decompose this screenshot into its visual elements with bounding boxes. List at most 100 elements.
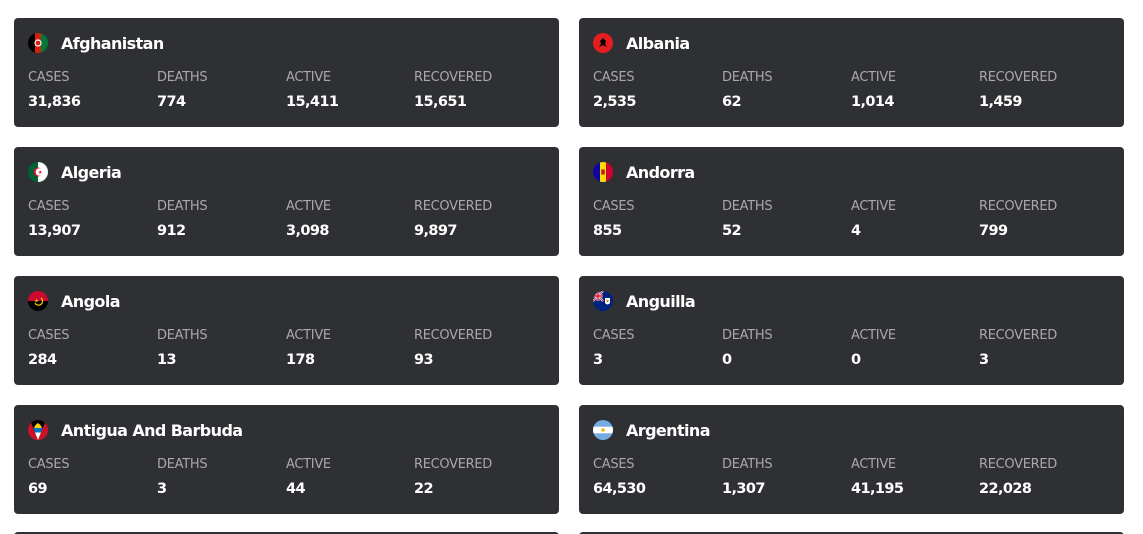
country-name: Angola xyxy=(61,291,121,311)
active-stat: ACTIVE 0 xyxy=(851,328,896,369)
deaths-value: 1,307 xyxy=(722,481,765,497)
card-header: Anguilla xyxy=(593,290,696,312)
card-header: Afghanistan xyxy=(28,32,164,54)
cases-stat: CASES 64,530 xyxy=(593,457,646,498)
recovered-value: 22 xyxy=(414,481,434,497)
recovered-label: RECOVERED xyxy=(414,199,492,214)
stats-row: CASES 69 DEATHS 3 ACTIVE 44 RECOVERED 22 xyxy=(28,457,545,501)
active-label: ACTIVE xyxy=(851,70,896,85)
cases-value: 284 xyxy=(28,352,57,368)
active-stat: ACTIVE 3,098 xyxy=(286,199,331,240)
cases-value: 3 xyxy=(593,352,603,368)
cases-label: CASES xyxy=(593,199,635,214)
country-name: Albania xyxy=(626,33,690,53)
country-card[interactable]: Afghanistan CASES 31,836 DEATHS 774 ACTIVE… xyxy=(14,18,559,127)
stats-row: CASES 3 DEATHS 0 ACTIVE 0 RECOVERED 3 xyxy=(593,328,1110,372)
deaths-label: DEATHS xyxy=(157,199,208,214)
country-card[interactable]: Argentina CASES 64,530 DEATHS 1,307 ACTIVE… xyxy=(579,405,1124,514)
active-stat: ACTIVE 1,014 xyxy=(851,70,896,111)
country-card[interactable]: Angola CASES 284 DEATHS 13 ACTIVE 178 RECOV… xyxy=(14,276,559,385)
recovered-stat: RECOVERED 93 xyxy=(414,328,492,369)
deaths-stat: DEATHS 912 xyxy=(157,199,208,240)
active-value: 44 xyxy=(286,481,306,497)
cases-stat: CASES 69 xyxy=(28,457,70,498)
argentina-flag-icon xyxy=(593,420,613,440)
card-header: Antigua And Barbuda xyxy=(28,419,243,441)
recovered-value: 22,028 xyxy=(979,481,1032,497)
cases-label: CASES xyxy=(28,457,70,472)
deaths-label: DEATHS xyxy=(157,457,208,472)
active-label: ACTIVE xyxy=(286,328,331,343)
country-name: Afghanistan xyxy=(61,33,164,53)
deaths-label: DEATHS xyxy=(157,70,208,85)
cases-label: CASES xyxy=(593,328,635,343)
deaths-stat: DEATHS 52 xyxy=(722,199,773,240)
active-stat: ACTIVE 44 xyxy=(286,457,331,498)
deaths-value: 52 xyxy=(722,223,742,239)
cases-stat: CASES 855 xyxy=(593,199,635,240)
stats-row: CASES 284 DEATHS 13 ACTIVE 178 RECOVERED 93 xyxy=(28,328,545,372)
cases-stat: CASES 31,836 xyxy=(28,70,81,111)
active-label: ACTIVE xyxy=(286,457,331,472)
country-card[interactable]: Albania CASES 2,535 DEATHS 62 ACTIVE 1,014 … xyxy=(579,18,1124,127)
recovered-label: RECOVERED xyxy=(979,199,1057,214)
cases-value: 13,907 xyxy=(28,223,81,239)
recovered-stat: RECOVERED 22,028 xyxy=(979,457,1057,498)
recovered-stat: RECOVERED 799 xyxy=(979,199,1057,240)
deaths-stat: DEATHS 1,307 xyxy=(722,457,773,498)
recovered-stat: RECOVERED 1,459 xyxy=(979,70,1057,111)
cases-label: CASES xyxy=(28,199,70,214)
country-card[interactable]: Algeria CASES 13,907 DEATHS 912 ACTIVE 3,09… xyxy=(14,147,559,256)
country-card[interactable]: Andorra CASES 855 DEATHS 52 ACTIVE 4 RECOVE… xyxy=(579,147,1124,256)
andorra-flag-icon xyxy=(593,162,613,182)
active-value: 1,014 xyxy=(851,94,894,110)
card-header: Argentina xyxy=(593,419,710,441)
stats-row: CASES 64,530 DEATHS 1,307 ACTIVE 41,195 REC… xyxy=(593,457,1110,501)
angola-flag-icon xyxy=(28,291,48,311)
active-stat: ACTIVE 15,411 xyxy=(286,70,339,111)
deaths-stat: DEATHS 62 xyxy=(722,70,773,111)
recovered-stat: RECOVERED 22 xyxy=(414,457,492,498)
afghanistan-flag-icon xyxy=(28,33,48,53)
deaths-value: 912 xyxy=(157,223,186,239)
recovered-label: RECOVERED xyxy=(979,457,1057,472)
active-stat: ACTIVE 4 xyxy=(851,199,896,240)
deaths-label: DEATHS xyxy=(722,199,773,214)
recovered-stat: RECOVERED 3 xyxy=(979,328,1057,369)
cases-label: CASES xyxy=(593,70,635,85)
country-card[interactable]: Antigua And Barbuda CASES 69 DEATHS 3 ACTI… xyxy=(14,405,559,514)
deaths-label: DEATHS xyxy=(722,457,773,472)
stats-row: CASES 13,907 DEATHS 912 ACTIVE 3,098 RECOVE… xyxy=(28,199,545,243)
card-header: Albania xyxy=(593,32,690,54)
antigua-and-barbuda-flag-icon xyxy=(28,420,48,440)
deaths-stat: DEATHS 3 xyxy=(157,457,208,498)
cases-value: 31,836 xyxy=(28,94,81,110)
deaths-label: DEATHS xyxy=(722,328,773,343)
country-name: Argentina xyxy=(626,420,710,440)
active-label: ACTIVE xyxy=(286,70,331,85)
active-label: ACTIVE xyxy=(286,199,331,214)
card-header: Angola xyxy=(28,290,121,312)
country-stats-grid: Afghanistan CASES 31,836 DEATHS 774 ACTIVE… xyxy=(0,0,1143,534)
active-label: ACTIVE xyxy=(851,457,896,472)
cases-label: CASES xyxy=(593,457,635,472)
cases-label: CASES xyxy=(28,70,70,85)
active-stat: ACTIVE 178 xyxy=(286,328,331,369)
card-header: Algeria xyxy=(28,161,122,183)
cases-stat: CASES 2,535 xyxy=(593,70,636,111)
deaths-value: 774 xyxy=(157,94,186,110)
recovered-value: 1,459 xyxy=(979,94,1022,110)
country-card[interactable]: Anguilla CASES 3 DEATHS 0 ACTIVE 0 RECOVERE… xyxy=(579,276,1124,385)
stats-row: CASES 855 DEATHS 52 ACTIVE 4 RECOVERED 799 xyxy=(593,199,1110,243)
cases-stat: CASES 13,907 xyxy=(28,199,81,240)
active-value: 3,098 xyxy=(286,223,329,239)
active-value: 41,195 xyxy=(851,481,904,497)
active-value: 178 xyxy=(286,352,315,368)
cases-label: CASES xyxy=(28,328,70,343)
deaths-value: 13 xyxy=(157,352,177,368)
cases-value: 2,535 xyxy=(593,94,636,110)
recovered-label: RECOVERED xyxy=(979,328,1057,343)
active-value: 15,411 xyxy=(286,94,339,110)
deaths-value: 62 xyxy=(722,94,742,110)
cases-value: 64,530 xyxy=(593,481,646,497)
